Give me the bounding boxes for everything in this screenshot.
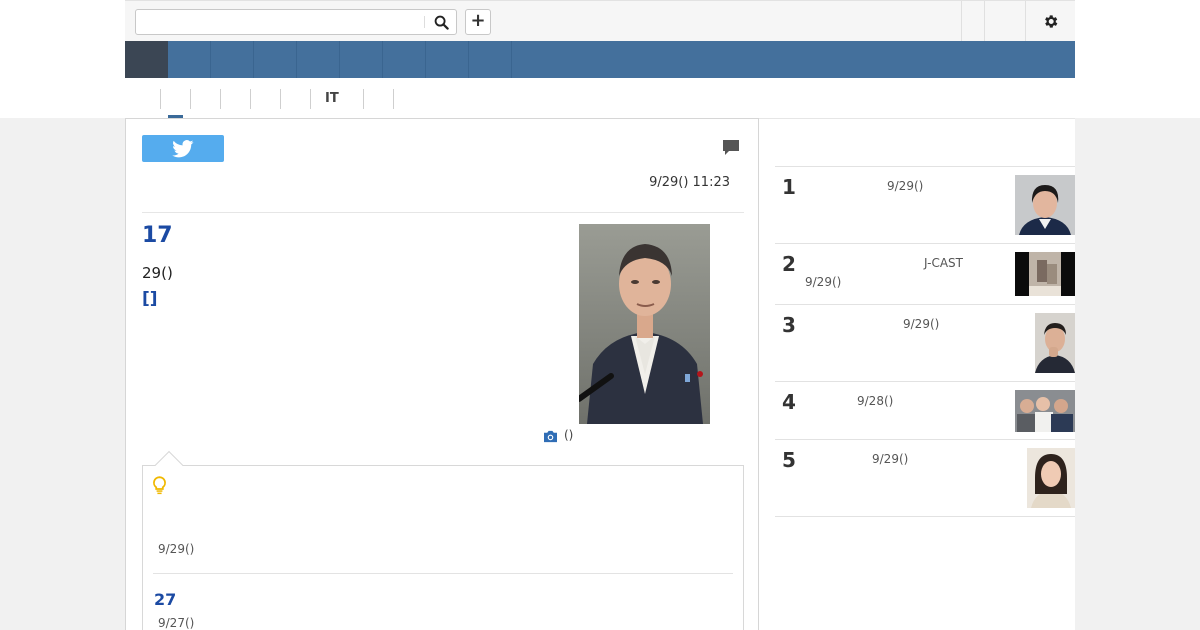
settings-button[interactable]: [1025, 1, 1075, 41]
nav-item-8[interactable]: [469, 41, 512, 78]
ranking-sidebar: 1 9/29() 2 J-CAST 9/29() 3 9/29() 4 9/28…: [759, 118, 1075, 630]
article-panel: 9/29() 11:23 17 29() [] () 9/29() 27 9/2…: [125, 118, 759, 630]
rank-date: 9/28(): [857, 394, 894, 408]
camera-icon: [544, 430, 557, 443]
search-divider: [424, 16, 425, 28]
rank-date: 9/29(): [805, 275, 842, 289]
util-link-1[interactable]: [961, 1, 985, 41]
rank-number: 4: [782, 390, 796, 414]
nav-item-2[interactable]: [211, 41, 254, 78]
rank-thumbnail: [1015, 252, 1075, 296]
search-button[interactable]: [428, 12, 454, 32]
related-item-date: 9/27(): [158, 616, 195, 630]
subcategory-tabs: IT: [160, 88, 422, 110]
rank-thumbnail: [1015, 175, 1075, 235]
comment-icon[interactable]: [722, 139, 740, 156]
search-input[interactable]: [136, 10, 426, 34]
rank-source: J-CAST: [924, 256, 963, 270]
subtab-5[interactable]: [280, 89, 310, 109]
divider: [142, 212, 744, 213]
tweet-button[interactable]: [142, 135, 224, 162]
ranking-item[interactable]: 1 9/29(): [775, 167, 1075, 244]
masthead: +: [125, 0, 1075, 41]
article-datetime: 9/29() 11:23: [649, 175, 730, 190]
rank-date: 9/29(): [887, 179, 924, 193]
read-more-link[interactable]: []: [142, 289, 158, 309]
subtab-4[interactable]: [250, 89, 280, 109]
rank-number: 5: [782, 448, 796, 472]
rank-number: 3: [782, 313, 796, 337]
rank-thumbnail: [1027, 448, 1075, 508]
lightbulb-icon: [153, 476, 166, 495]
nav-item-7[interactable]: [426, 41, 469, 78]
divider: [153, 573, 733, 574]
nav-item-home[interactable]: [125, 41, 168, 78]
subtab-1[interactable]: [160, 89, 190, 109]
ranking-list: 1 9/29() 2 J-CAST 9/29() 3 9/29() 4 9/28…: [775, 166, 1075, 517]
category-nav: [125, 41, 1075, 78]
nav-item-1[interactable]: [168, 41, 211, 78]
rank-date: 9/29(): [872, 452, 909, 466]
ranking-item[interactable]: 5 9/29(): [775, 440, 1075, 517]
ranking-item[interactable]: 3 9/29(): [775, 305, 1075, 382]
search-box: [135, 9, 457, 35]
article-photo[interactable]: [579, 224, 710, 424]
photo-caption: (): [564, 428, 574, 442]
nav-item-4[interactable]: [297, 41, 340, 78]
util-link-2[interactable]: [984, 1, 1025, 41]
ranking-item[interactable]: 2 J-CAST 9/29(): [775, 244, 1075, 305]
rank-thumbnail: [1015, 390, 1075, 432]
subtab-2[interactable]: [190, 89, 220, 109]
rank-number: 2: [782, 252, 796, 276]
article-lead: 29(): [142, 264, 173, 282]
nav-item-6[interactable]: [383, 41, 426, 78]
search-icon: [434, 15, 449, 30]
gear-icon: [1045, 14, 1058, 28]
rank-thumbnail: [1035, 313, 1075, 373]
nav-item-3[interactable]: [254, 41, 297, 78]
nav-item-5[interactable]: [340, 41, 383, 78]
subtab-it[interactable]: IT: [310, 89, 363, 109]
related-item-title[interactable]: 27: [154, 590, 176, 609]
subtab-7[interactable]: [363, 89, 393, 109]
ranking-item[interactable]: 4 9/28(): [775, 382, 1075, 440]
rank-date: 9/29(): [903, 317, 940, 331]
add-button[interactable]: +: [465, 9, 491, 35]
twitter-bird-icon: [172, 139, 194, 157]
related-articles-box: 9/29() 27 9/27(): [142, 465, 744, 630]
article-headline[interactable]: 17: [142, 223, 173, 248]
rank-number: 1: [782, 175, 796, 199]
subtab-3[interactable]: [220, 89, 250, 109]
subtab-8[interactable]: [393, 89, 422, 109]
related-item-date: 9/29(): [158, 542, 195, 556]
